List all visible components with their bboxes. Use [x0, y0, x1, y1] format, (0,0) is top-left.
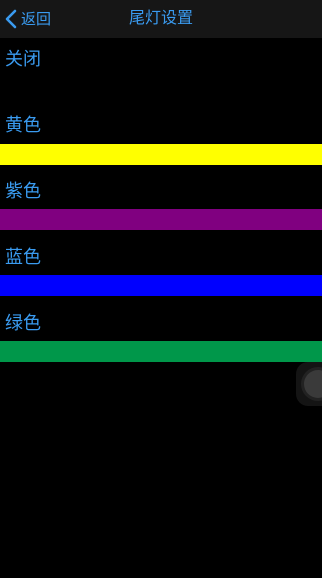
- option-purple-label: 紫色: [5, 181, 41, 202]
- option-off[interactable]: 关闭: [0, 46, 322, 78]
- assistive-touch-icon: [304, 370, 322, 398]
- option-off-label: 关闭: [5, 49, 41, 70]
- yellow-swatch: [0, 144, 322, 165]
- option-yellow-label: 黄色: [5, 115, 41, 136]
- option-yellow[interactable]: 黄色: [0, 112, 322, 165]
- chevron-left-icon: [5, 9, 17, 29]
- green-swatch: [0, 341, 322, 362]
- nav-bar: 返回 尾灯设置: [0, 0, 322, 38]
- option-blue-label: 蓝色: [5, 247, 41, 268]
- back-label: 返回: [21, 10, 52, 28]
- option-purple[interactable]: 紫色: [0, 178, 322, 230]
- assistive-touch-button[interactable]: [296, 362, 322, 406]
- blue-swatch: [0, 275, 322, 296]
- option-green-label: 绿色: [5, 313, 41, 334]
- option-blue[interactable]: 蓝色: [0, 244, 322, 296]
- back-button[interactable]: 返回: [4, 6, 51, 32]
- purple-swatch: [0, 209, 322, 230]
- option-green[interactable]: 绿色: [0, 310, 322, 362]
